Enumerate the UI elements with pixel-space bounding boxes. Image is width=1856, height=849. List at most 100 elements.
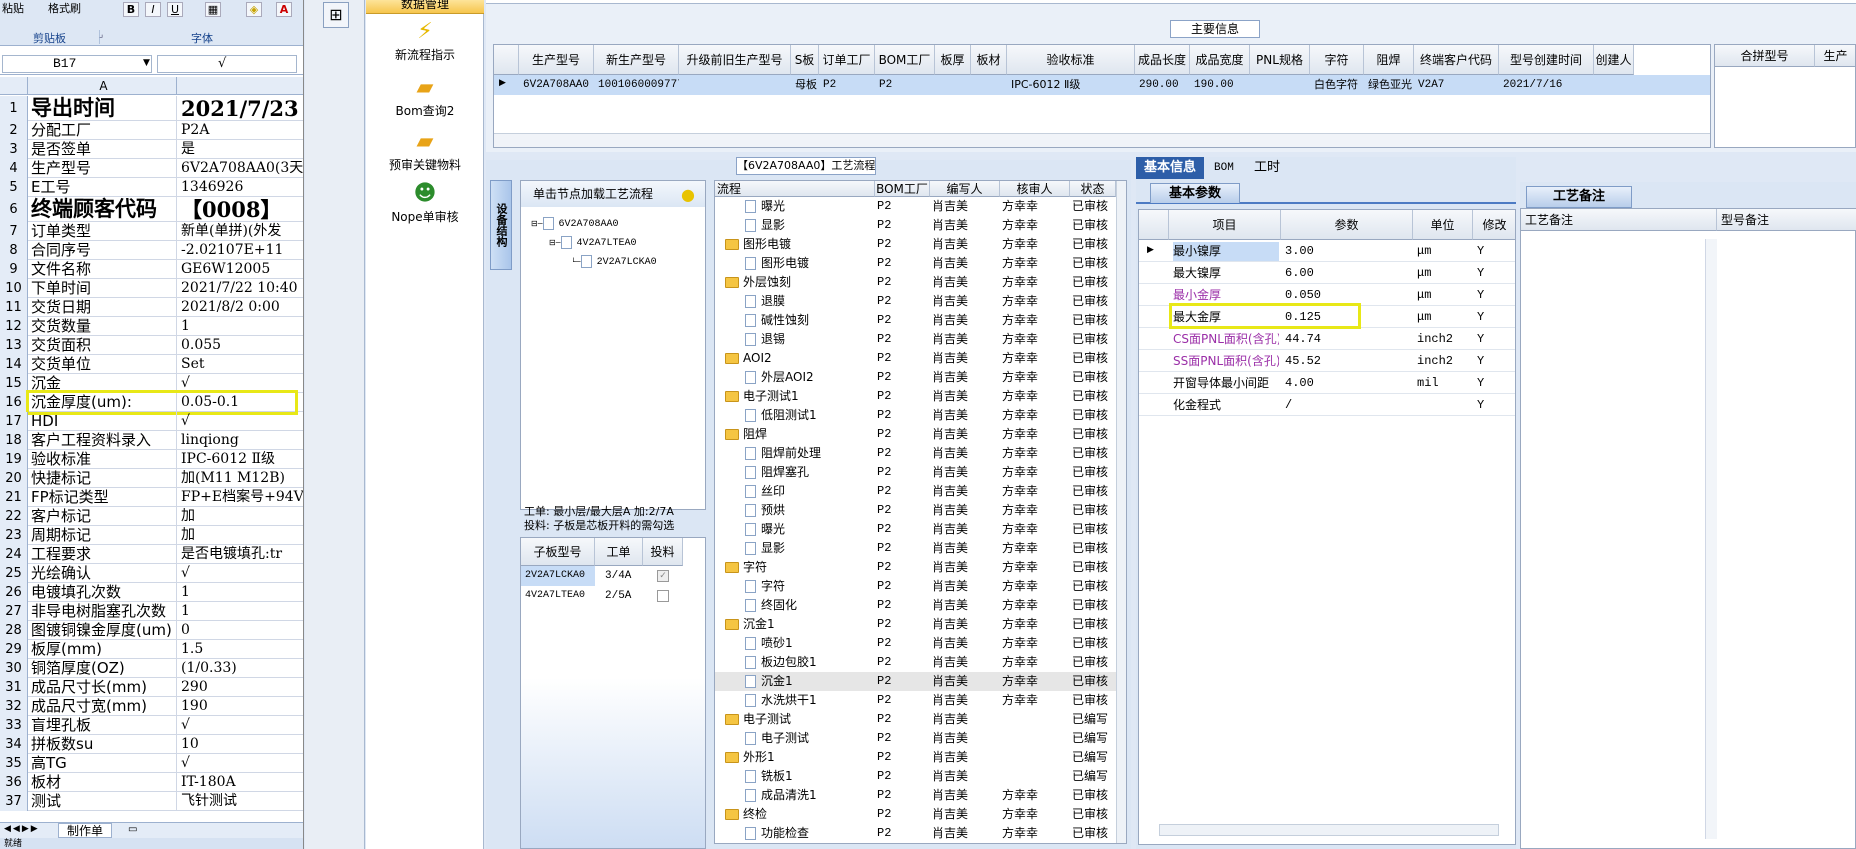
flow-step[interactable]: 丝印 [745,482,875,501]
column-a-header[interactable]: A [31,77,177,95]
row-number[interactable]: 21 [0,488,28,507]
sheet-row[interactable]: 36 板材 IT-180A [0,773,303,792]
row-number[interactable]: 20 [0,469,28,488]
sheet-row[interactable]: 20 快捷标记 加(M11 M12B) [0,469,303,488]
sheet-row[interactable]: 35 高TG √ [0,754,303,773]
row-number[interactable]: 30 [0,659,28,678]
cell-b[interactable]: IT-180A [181,773,303,792]
row-number[interactable]: 7 [0,222,28,241]
cell-b[interactable]: Set [181,355,303,374]
flow-row[interactable]: 显影 P2 肖吉美 方幸幸 已审核 [715,216,1116,235]
col-header[interactable]: PNL规格 [1250,45,1310,75]
sheet-row[interactable]: 12 交货数量 1 [0,317,303,336]
sheet-row[interactable]: 1 导出时间 2021/7/23 [0,96,303,121]
cell-a[interactable]: 周期标记 [31,526,177,545]
row-number[interactable]: 25 [0,564,28,583]
cell-a[interactable]: 订单类型 [31,222,177,241]
cell-b[interactable]: 10 [181,735,303,754]
tree-node-root[interactable]: ⊟─ 6V2A708AA0 [531,217,619,230]
param-value[interactable]: 4.00 [1285,374,1411,393]
flow-step[interactable]: 外形1 [725,748,875,767]
cell-b[interactable]: 2021/7/22 10:40 [181,279,303,298]
param-row[interactable]: 开窗导体最小间距 4.00 mil Y [1139,372,1515,394]
cell-a[interactable]: 盲埋孔板 [31,716,177,735]
col-header[interactable]: 升级前旧生产型号 [679,45,791,75]
col-header[interactable]: 成品宽度 [1190,45,1250,75]
flow-row[interactable]: 退膜 P2 肖吉美 方幸幸 已审核 [715,292,1116,311]
main-info-grid[interactable]: 生产型号 新生产型号 升级前旧生产型号 S板 订单工厂 BOM工厂 板厚 板材 验收标准 成品长度… [493,44,1711,148]
sheet-row[interactable]: 27 非导电树脂塞孔次数 1 [0,602,303,621]
flow-step[interactable]: AOI2 [725,349,875,368]
flow-row[interactable]: 预烘 P2 肖吉美 方幸幸 已审核 [715,501,1116,520]
sheet-row[interactable]: 9 文件名称 GE6W12005 [0,260,303,279]
flow-step[interactable]: 退膜 [745,292,875,311]
grid-cell[interactable]: V2A7 [1414,75,1499,95]
cell-b[interactable]: 6V2A708AA0(3天急 [181,159,303,178]
cell-b[interactable]: 0.055 [181,336,303,355]
sheet-row[interactable]: 5 E工号 1346926 [0,178,303,197]
nav-item-nope-review[interactable]: ☻ Nope单审核 [366,182,484,225]
sheet-row[interactable]: 37 测试 飞针测试 [0,792,303,811]
sheet-row[interactable]: 11 交货日期 2021/8/2 0:00 [0,298,303,317]
row-number[interactable]: 19 [0,450,28,469]
paste-button[interactable]: 粘贴 [2,0,24,16]
flow-step[interactable]: 字符 [745,577,875,596]
cell-b[interactable]: 飞针测试 [181,792,303,811]
flow-row[interactable]: 沉金1 P2 肖吉美 方幸幸 已审核 [715,615,1116,634]
col-header[interactable]: 阻焊 [1364,45,1414,75]
row-number[interactable]: 3 [0,140,28,159]
cell-b[interactable]: √ [181,412,303,431]
cell-a[interactable]: 成品尺寸宽(mm) [31,697,177,716]
cell-b[interactable]: P2A [181,121,303,140]
cell-b[interactable]: 190 [181,697,303,716]
cell-b[interactable]: 1 [181,583,303,602]
select-all-corner[interactable] [0,77,28,95]
flow-row[interactable]: 电子测试 P2 肖吉美 已编写 [715,729,1116,748]
flow-row[interactable]: 沉金1 P2 肖吉美 方幸幸 已审核 [715,672,1116,691]
sheet-row[interactable]: 18 客户工程资料录入 linqiong [0,431,303,450]
grid-cell[interactable] [1250,75,1310,95]
cell-b[interactable]: IPC-6012 Ⅱ级 [181,450,303,469]
flow-row[interactable]: 字符 P2 肖吉美 方幸幸 已审核 [715,577,1116,596]
grid-cell[interactable]: P2 [875,75,935,95]
sheet-row[interactable]: 32 成品尺寸宽(mm) 190 [0,697,303,716]
grid-cell[interactable]: 母板 [791,75,819,95]
flow-row[interactable]: 外层AOI2 P2 肖吉美 方幸幸 已审核 [715,368,1116,387]
row-number[interactable]: 8 [0,241,28,260]
row-number[interactable]: 31 [0,678,28,697]
sheet-row[interactable]: 17 HDI √ [0,412,303,431]
cell-a[interactable]: 工程要求 [31,545,177,564]
flow-row[interactable]: 电子测试 P2 肖吉美 已编写 [715,710,1116,729]
col-header[interactable]: 板材 [971,45,1007,75]
cell-a[interactable]: 客户工程资料录入 [31,431,177,450]
flow-row[interactable]: 显影 P2 肖吉美 方幸幸 已审核 [715,539,1116,558]
flow-row[interactable]: 终检 P2 肖吉美 方幸幸 已审核 [715,805,1116,824]
flow-row[interactable]: 丝印 P2 肖吉美 方幸幸 已审核 [715,482,1116,501]
cell-b[interactable]: 1 [181,317,303,336]
flow-step[interactable]: 终固化 [745,596,875,615]
cell-a[interactable]: 光绘确认 [31,564,177,583]
param-row[interactable]: ▶ 最小镍厚 3.00 μm Y [1139,240,1515,262]
grid-cell[interactable] [679,75,791,95]
sheet-row[interactable]: 31 成品尺寸长(mm) 290 [0,678,303,697]
row-number[interactable]: 16 [0,393,28,412]
nav-item-key-material[interactable]: ▰ 预审关键物料 [366,130,484,173]
flow-step[interactable]: 阻焊前处理 [745,444,875,463]
cell-a[interactable]: 拼板数su [31,735,177,754]
process-flow-grid[interactable]: 流程 BOM工厂 编写人 核审人 状态 曝光 P2 肖吉美 方幸幸 已审核 显影 P2 肖吉美… [714,180,1127,844]
flow-row[interactable]: 阻焊 P2 肖吉美 方幸幸 已审核 [715,425,1116,444]
cell-a[interactable]: 板厚(mm) [31,640,177,659]
formula-input[interactable]: √ [157,55,297,73]
cell-b[interactable]: 0 [181,621,303,640]
sheet-row[interactable]: 6 终端顾客代码 【0008】 [0,197,303,222]
notes-grid[interactable]: 工艺备注 型号备注 [1520,208,1856,849]
param-modify[interactable]: Y [1477,286,1513,305]
row-number[interactable]: 22 [0,507,28,526]
cell-a[interactable]: 生产型号 [31,159,177,178]
tab-process-notes[interactable]: 工艺备注 [1526,186,1632,208]
sub-board-order[interactable]: 3/4A [601,566,641,586]
border-icon[interactable]: ▦ [205,2,221,17]
feed-checkbox[interactable]: ✓ [657,570,669,582]
name-box[interactable]: B17 [2,55,152,73]
row-number[interactable]: 5 [0,178,28,197]
